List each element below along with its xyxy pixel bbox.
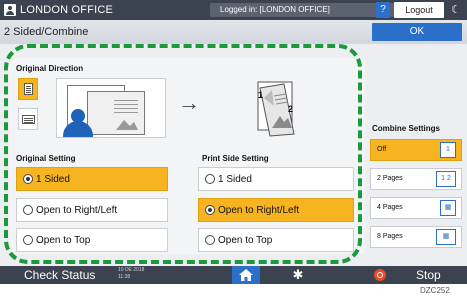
ok-button[interactable]: OK — [372, 23, 462, 41]
stop-button[interactable]: Stop — [416, 266, 441, 284]
user-block: LONDON OFFICE — [4, 2, 113, 18]
combine-label: 2 Pages — [377, 175, 403, 182]
help-button[interactable]: ? — [376, 2, 390, 18]
combine-label: 8 Pages — [377, 233, 403, 240]
date-time: 10 DE 2018 11:38 — [118, 267, 144, 281]
user-icon — [4, 4, 16, 16]
figure-code: DZC252 — [420, 286, 450, 295]
page-title: 2 Sided/Combine — [4, 26, 89, 38]
combine-off-icon: 1 — [440, 142, 456, 158]
combine-8-pages-icon: ▦ — [436, 229, 456, 245]
user-name: LONDON OFFICE — [20, 4, 114, 16]
date-text: 10 DE 2018 — [118, 267, 145, 273]
combine-8-pages-option[interactable]: 8 Pages ▦ — [370, 226, 462, 248]
combine-4-pages-icon: ▦ — [440, 200, 456, 216]
combine-label: Off — [377, 146, 387, 153]
home-icon — [239, 269, 253, 281]
energy-saver-icon[interactable]: ☾ — [448, 2, 464, 18]
check-status-button[interactable]: Check Status — [24, 266, 95, 284]
stop-icon[interactable] — [374, 269, 386, 281]
combine-2-pages-option[interactable]: 2 Pages 1 2 — [370, 168, 462, 190]
combine-label: 4 Pages — [377, 204, 403, 211]
combine-off-option[interactable]: Off 1 — [370, 139, 462, 161]
logout-button[interactable]: Logout — [394, 2, 444, 18]
combine-4-pages-option[interactable]: 4 Pages ▦ — [370, 197, 462, 219]
combine-settings-title: Combine Settings — [372, 124, 441, 133]
time-text: 11:38 — [118, 274, 131, 280]
gear-icon[interactable]: ✱ — [288, 266, 308, 284]
combine-2-pages-icon: 1 2 — [436, 171, 456, 187]
home-button[interactable] — [232, 266, 260, 284]
callout-highlight-frame — [4, 44, 362, 264]
